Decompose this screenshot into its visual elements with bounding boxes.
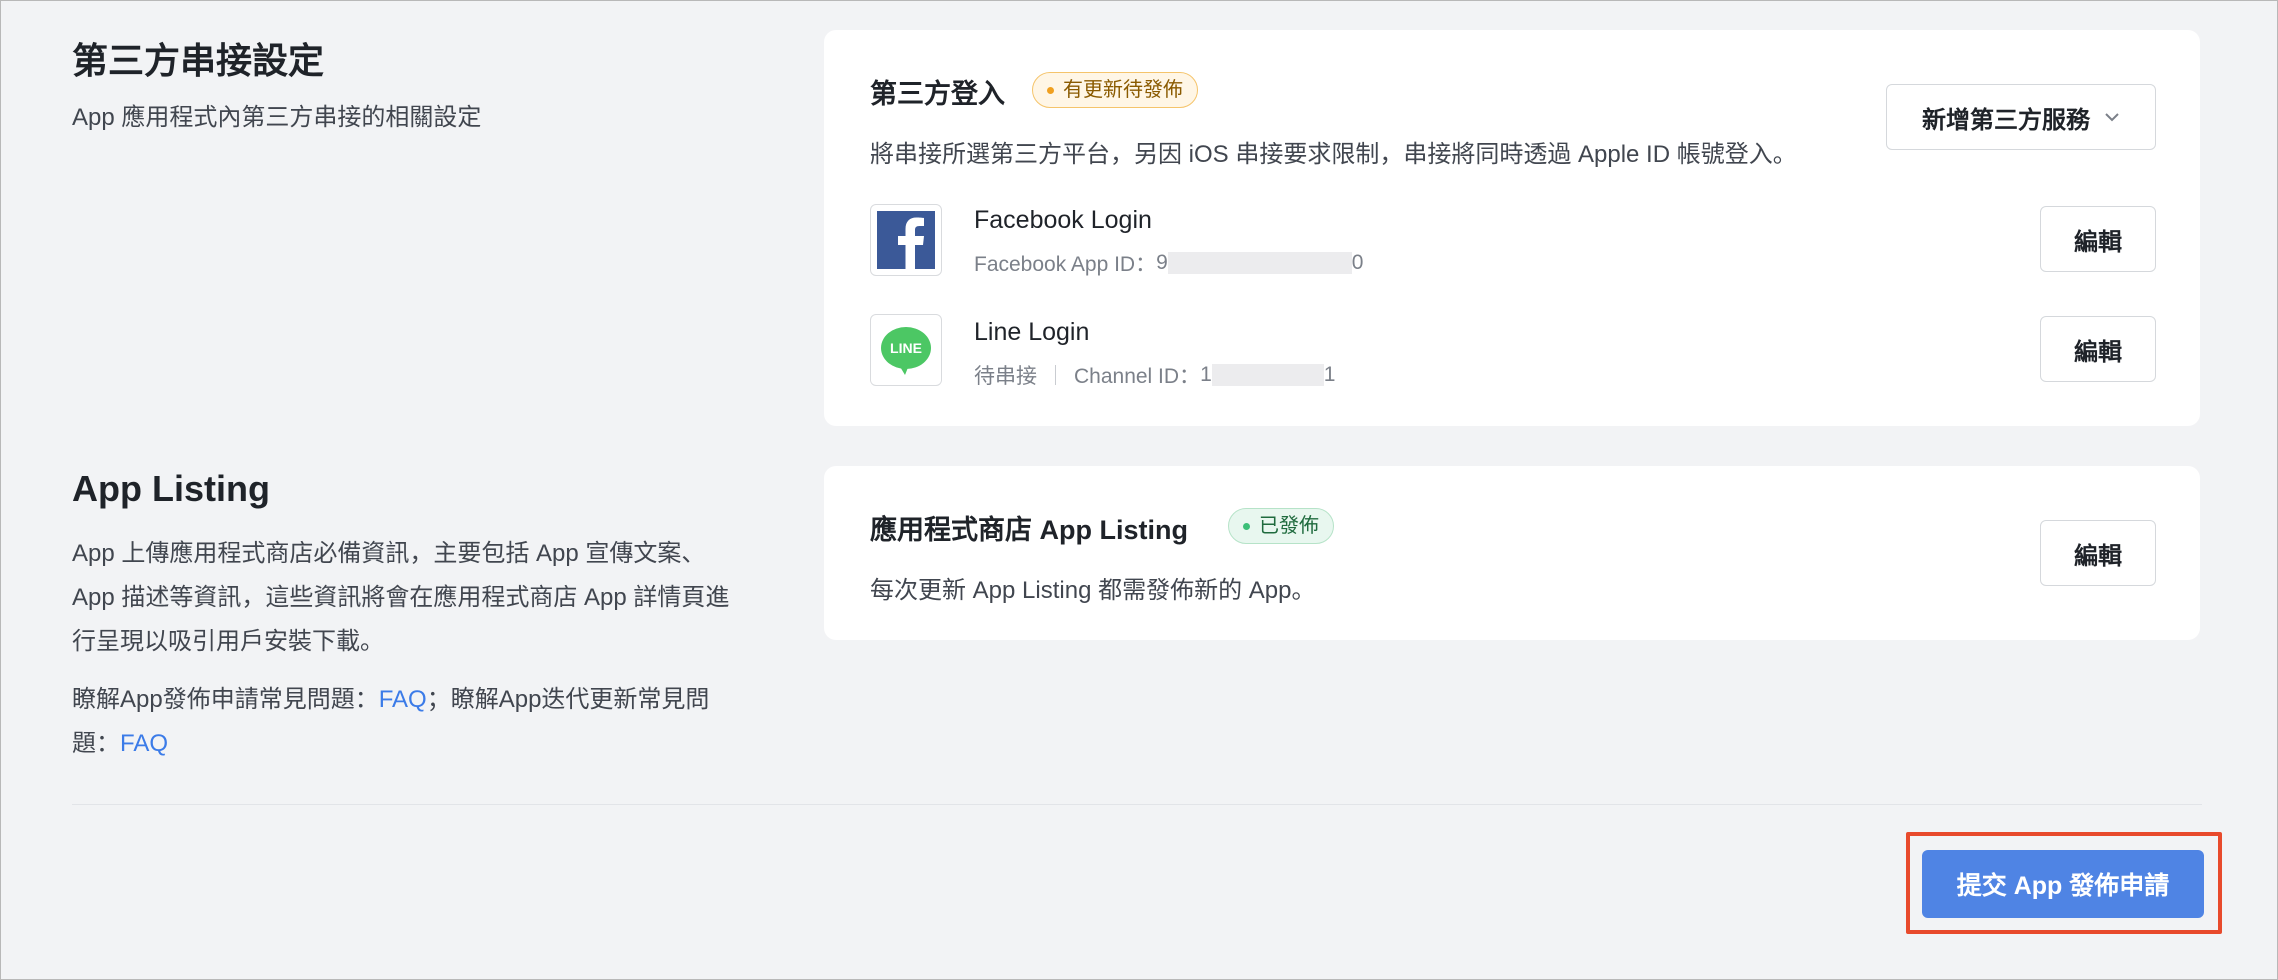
line-channel-id-end: 1 <box>1323 363 1336 386</box>
facebook-icon <box>870 204 942 276</box>
faq-line: 瞭解App發佈申請常見問題：FAQ；瞭解App迭代更新常見問 <box>72 678 729 722</box>
line-channel-id-start: 1 <box>1200 363 1212 386</box>
facebook-login-name: Facebook Login <box>974 206 1152 234</box>
line-channel-id-label: Channel ID： <box>1074 365 1201 388</box>
third-party-section-description: App 應用程式內第三方串接的相關設定 <box>72 96 481 140</box>
third-party-login-title: 第三方登入 <box>870 79 1005 109</box>
meta-separator <box>1055 365 1056 385</box>
facebook-app-id-label: Facebook App ID： <box>974 253 1157 276</box>
third-party-login-description: 將串接所選第三方平台，另因 iOS 串接要求限制，串接將同時透過 Apple I… <box>870 141 1797 168</box>
faq-release-link[interactable]: FAQ <box>379 686 427 713</box>
app-listing-card-description: 每次更新 App Listing 都需發佈新的 App。 <box>870 577 1316 604</box>
badge-dot-icon <box>1243 523 1250 530</box>
faq-line: 題：FAQ <box>72 722 729 766</box>
facebook-login-meta: Facebook App ID： 9 0 <box>974 248 1363 278</box>
line-icon-text: LINE <box>890 340 922 356</box>
app-listing-description-line: App 上傳應用程式商店必備資訊，主要包括 App 宣傳文案、 <box>72 540 706 567</box>
pending-update-badge: 有更新待發佈 <box>1032 72 1198 108</box>
third-party-section-title: 第三方串接設定 <box>72 40 325 81</box>
add-third-party-service-label: 新增第三方服務 <box>1922 106 2090 134</box>
faq-prefix-text: 瞭解App發佈申請常見問題： <box>72 686 379 713</box>
edit-app-listing-button[interactable]: 編輯 <box>2040 520 2156 586</box>
edit-button-label: 編輯 <box>2074 228 2122 256</box>
line-login-name: Line Login <box>974 318 1090 346</box>
submit-app-release-button[interactable]: 提交 App 發佈申請 <box>1922 850 2204 918</box>
edit-button-label: 編輯 <box>2074 542 2122 570</box>
faq-prefix-text: 題： <box>72 730 120 757</box>
faq-mid-text: ；瞭解App迭代更新常見問 <box>426 686 710 713</box>
published-badge-label: 已發佈 <box>1259 515 1319 537</box>
app-listing-section-title: App Listing <box>72 468 270 509</box>
pending-update-badge-label: 有更新待發佈 <box>1063 79 1183 101</box>
edit-line-login-button[interactable]: 編輯 <box>2040 316 2156 382</box>
edit-facebook-login-button[interactable]: 編輯 <box>2040 206 2156 272</box>
app-listing-section-description: App 上傳應用程式商店必備資訊，主要包括 App 宣傳文案、 App 描述等資… <box>72 532 729 766</box>
app-listing-description-line: App 描述等資訊，這些資訊將會在應用程式商店 App 詳情頁進 <box>72 584 730 611</box>
submit-app-release-label: 提交 App 發佈申請 <box>1956 872 2170 900</box>
app-listing-description-line: 行呈現以吸引用戶安裝下載。 <box>72 628 384 655</box>
line-login-meta: 待串接 Channel ID： 1 1 <box>974 360 1335 390</box>
footer-divider <box>72 804 2202 805</box>
line-icon: LINE <box>870 314 942 386</box>
faq-update-link[interactable]: FAQ <box>120 730 168 757</box>
third-party-login-card: 第三方登入 有更新待發佈 新增第三方服務 將串接所選第三方平台，另因 iOS 串… <box>824 30 2200 426</box>
redacted-mask <box>1211 364 1324 386</box>
line-login-status: 待串接 <box>974 365 1037 388</box>
redacted-mask <box>1167 252 1352 274</box>
app-listing-card-title: 應用程式商店 App Listing <box>870 515 1188 545</box>
badge-dot-icon <box>1047 87 1054 94</box>
chevron-down-icon <box>2105 113 2119 122</box>
add-third-party-service-button[interactable]: 新增第三方服務 <box>1886 84 2156 150</box>
third-party-section-description-text: App 應用程式內第三方串接的相關設定 <box>72 104 482 131</box>
facebook-app-id-end: 0 <box>1351 251 1364 274</box>
edit-button-label: 編輯 <box>2074 338 2122 366</box>
published-badge: 已發佈 <box>1228 508 1334 544</box>
app-listing-card: 應用程式商店 App Listing 已發佈 每次更新 App Listing … <box>824 466 2200 640</box>
facebook-app-id-start: 9 <box>1156 251 1168 274</box>
